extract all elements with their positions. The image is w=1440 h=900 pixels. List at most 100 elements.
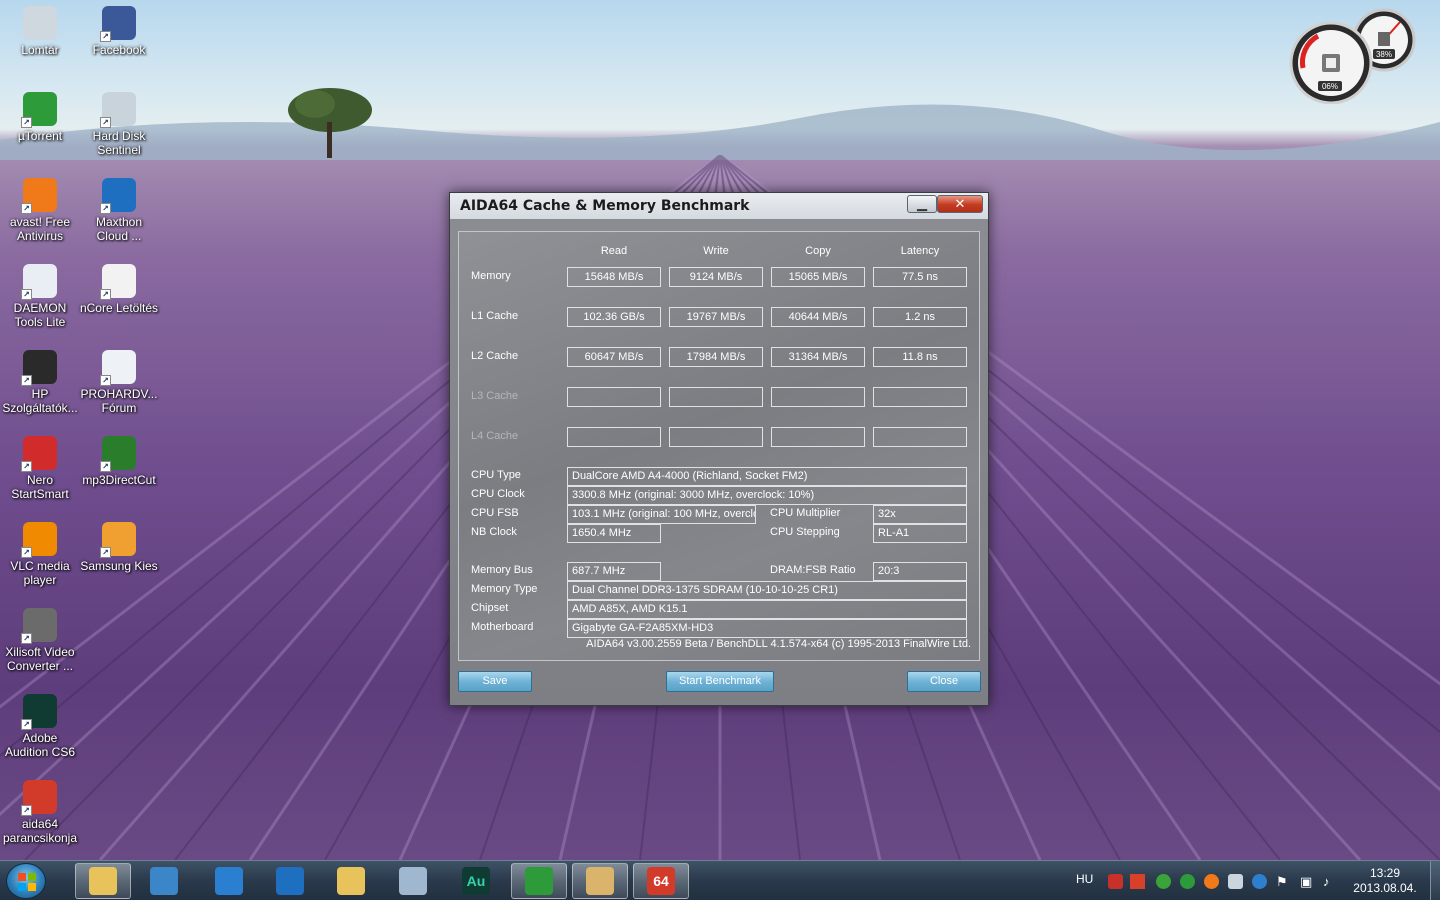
desktop-icon[interactable]: ↗ Nero StartSmart bbox=[0, 436, 80, 501]
taskbar-button-explorer[interactable] bbox=[75, 863, 131, 899]
desktop-icon[interactable]: ↗ aida64 parancsikonja bbox=[0, 780, 80, 845]
shortcut-arrow-icon: ↗ bbox=[100, 117, 111, 128]
volume-icon[interactable]: ♪ bbox=[1323, 874, 1338, 889]
taskbar-button-utorrent[interactable] bbox=[511, 863, 567, 899]
desktop-icon[interactable]: ↗ nCore Letöltés bbox=[79, 264, 159, 315]
daemon-tray-icon[interactable] bbox=[1252, 874, 1267, 889]
window-titlebar[interactable]: AIDA64 Cache & Memory Benchmark ▁ ✕ bbox=[450, 193, 988, 219]
memory-bus-label: Memory Bus bbox=[471, 564, 533, 576]
hard-disk-sentinel-icon: ↗ bbox=[100, 92, 136, 128]
taskbar-button-aida64[interactable]: 64 bbox=[633, 863, 689, 899]
shortcut-arrow-icon: ↗ bbox=[100, 461, 111, 472]
daemon-tools-icon: ↗ bbox=[21, 264, 57, 300]
network-icon[interactable]: ▣ bbox=[1300, 874, 1315, 889]
memory-copy: 15065 MB/s bbox=[771, 267, 865, 287]
l1-copy: 40644 MB/s bbox=[771, 307, 865, 327]
row-label-l1-cache: L1 Cache bbox=[471, 310, 519, 322]
taskbar-button-media-player[interactable] bbox=[136, 863, 192, 899]
shortcut-arrow-icon: ↗ bbox=[21, 805, 32, 816]
motherboard-label: Motherboard bbox=[471, 621, 534, 633]
desktop-icon[interactable]: ↗ Xilisoft Video Converter ... bbox=[0, 608, 80, 673]
close-button[interactable]: Close bbox=[907, 671, 981, 692]
close-icon: ✕ bbox=[954, 196, 966, 211]
desktop-icon[interactable]: ↗ VLC media player bbox=[0, 522, 80, 587]
chipset-value: AMD A85X, AMD K15.1 bbox=[567, 600, 967, 619]
samsung-kies-icon: ↗ bbox=[100, 522, 136, 558]
desktop-icon[interactable]: ↗ Maxthon Cloud ... bbox=[79, 178, 159, 243]
l2-latency: 11.8 ns bbox=[873, 347, 967, 367]
desktop-icon[interactable]: ↗ DAEMON Tools Lite bbox=[0, 264, 80, 329]
cpu-meter-gadget[interactable]: 06% 38% bbox=[1288, 8, 1416, 104]
minimize-button[interactable]: ▁ bbox=[907, 195, 937, 213]
taskbar-button-paint[interactable] bbox=[572, 863, 628, 899]
aida64-benchmark-window[interactable]: AIDA64 Cache & Memory Benchmark ▁ ✕ Read… bbox=[449, 192, 989, 706]
memory-read: 15648 MB/s bbox=[567, 267, 661, 287]
system-clock[interactable]: 13:29 2013.08.04. bbox=[1346, 866, 1424, 896]
l4-read bbox=[567, 427, 661, 447]
tools-tray-icon[interactable] bbox=[1228, 874, 1243, 889]
save-button[interactable]: Save bbox=[458, 671, 532, 692]
desktop-icon[interactable]: ↗ Samsung Kies bbox=[79, 522, 159, 573]
paint-icon bbox=[586, 867, 614, 895]
avast-tray-icon[interactable] bbox=[1204, 874, 1219, 889]
desktop-icon[interactable]: ↗ avast! Free Antivirus bbox=[0, 178, 80, 243]
start-benchmark-button[interactable]: Start Benchmark bbox=[666, 671, 774, 692]
desktop-icon[interactable]: ↗ Facebook bbox=[79, 6, 159, 57]
cpu-multiplier-label: CPU Multiplier bbox=[770, 507, 841, 519]
desktop-icon[interactable]: ↗ PROHARDV... Fórum bbox=[79, 350, 159, 415]
taskbar-button-audition[interactable]: Au bbox=[448, 863, 504, 899]
column-header-write: Write bbox=[703, 245, 729, 257]
desktop-icon[interactable]: ↗ µTorrent bbox=[0, 92, 80, 143]
recycle-bin-icon bbox=[23, 6, 57, 40]
dram-fsb-ratio-label: DRAM:FSB Ratio bbox=[770, 564, 856, 576]
hp-icon: ↗ bbox=[21, 350, 57, 386]
taskbar-button-mail[interactable] bbox=[323, 863, 379, 899]
l2-write: 17984 MB/s bbox=[669, 347, 763, 367]
results-panel: Read Write Copy Latency Memory 15648 MB/… bbox=[458, 231, 980, 661]
close-window-button[interactable]: ✕ bbox=[937, 195, 983, 213]
shortcut-arrow-icon: ↗ bbox=[21, 547, 32, 558]
speaker-alert-icon[interactable] bbox=[1130, 874, 1145, 889]
version-footer: AIDA64 v3.00.2559 Beta / BenchDLL 4.1.57… bbox=[586, 638, 971, 650]
desktop-icon-label: aida64 parancsikonja bbox=[2, 817, 78, 845]
shortcut-arrow-icon: ↗ bbox=[100, 31, 111, 42]
taskbar-button-calculator[interactable] bbox=[385, 863, 441, 899]
taskbar: Au 64 HU ⚑ ▣ ♪ 13:29 2013.08.04. bbox=[0, 860, 1440, 900]
action-center-flag-icon[interactable]: ⚑ bbox=[1276, 874, 1291, 889]
taskbar-button-internet-explorer[interactable] bbox=[201, 863, 257, 899]
nb-clock-label: NB Clock bbox=[471, 526, 517, 538]
desktop-icon[interactable]: ↗ mp3DirectCut bbox=[79, 436, 159, 487]
motherboard-value: Gigabyte GA-F2A85XM-HD3 bbox=[567, 619, 967, 638]
l1-write: 19767 MB/s bbox=[669, 307, 763, 327]
cpu-type-label: CPU Type bbox=[471, 469, 521, 481]
nb-clock-value: 1650.4 MHz bbox=[567, 524, 661, 543]
desktop-icon-label: Hard Disk Sentinel bbox=[92, 129, 146, 157]
l1-latency: 1.2 ns bbox=[873, 307, 967, 327]
taskbar-button-maxthon[interactable] bbox=[262, 863, 318, 899]
language-indicator[interactable]: HU bbox=[1076, 872, 1093, 900]
show-desktop-button[interactable] bbox=[1430, 861, 1440, 900]
utorrent-tray-icon[interactable] bbox=[1180, 874, 1195, 889]
maxthon-icon bbox=[276, 867, 304, 895]
l3-latency bbox=[873, 387, 967, 407]
folder-icon bbox=[89, 867, 117, 895]
memory-write: 9124 MB/s bbox=[669, 267, 763, 287]
desktop-icon-label: Nero StartSmart bbox=[11, 473, 69, 501]
column-header-read: Read bbox=[600, 245, 628, 257]
start-button[interactable] bbox=[6, 863, 46, 899]
desktop-icon-label: PROHARDV... Fórum bbox=[80, 387, 158, 415]
desktop-icon[interactable]: ↗ Adobe Audition CS6 bbox=[0, 694, 80, 759]
l2-copy: 31364 MB/s bbox=[771, 347, 865, 367]
facebook-icon: ↗ bbox=[100, 6, 136, 42]
aida64-tray-icon[interactable] bbox=[1108, 874, 1123, 889]
desktop-icon[interactable]: Lomtár bbox=[0, 6, 80, 57]
prohardver-icon: ↗ bbox=[100, 350, 136, 386]
desktop-icon-label: DAEMON Tools Lite bbox=[13, 301, 67, 329]
shortcut-arrow-icon: ↗ bbox=[21, 203, 32, 214]
memory-type-value: Dual Channel DDR3-1375 SDRAM (10-10-10-2… bbox=[567, 581, 967, 600]
cpu-fsb-label: CPU FSB bbox=[471, 507, 519, 519]
cpu-stepping-value: RL-A1 bbox=[873, 524, 967, 543]
desktop-icon[interactable]: ↗ Hard Disk Sentinel bbox=[79, 92, 159, 157]
network-tray-icon[interactable] bbox=[1156, 874, 1171, 889]
desktop-icon[interactable]: ↗ HP Szolgáltatók... bbox=[0, 350, 80, 415]
